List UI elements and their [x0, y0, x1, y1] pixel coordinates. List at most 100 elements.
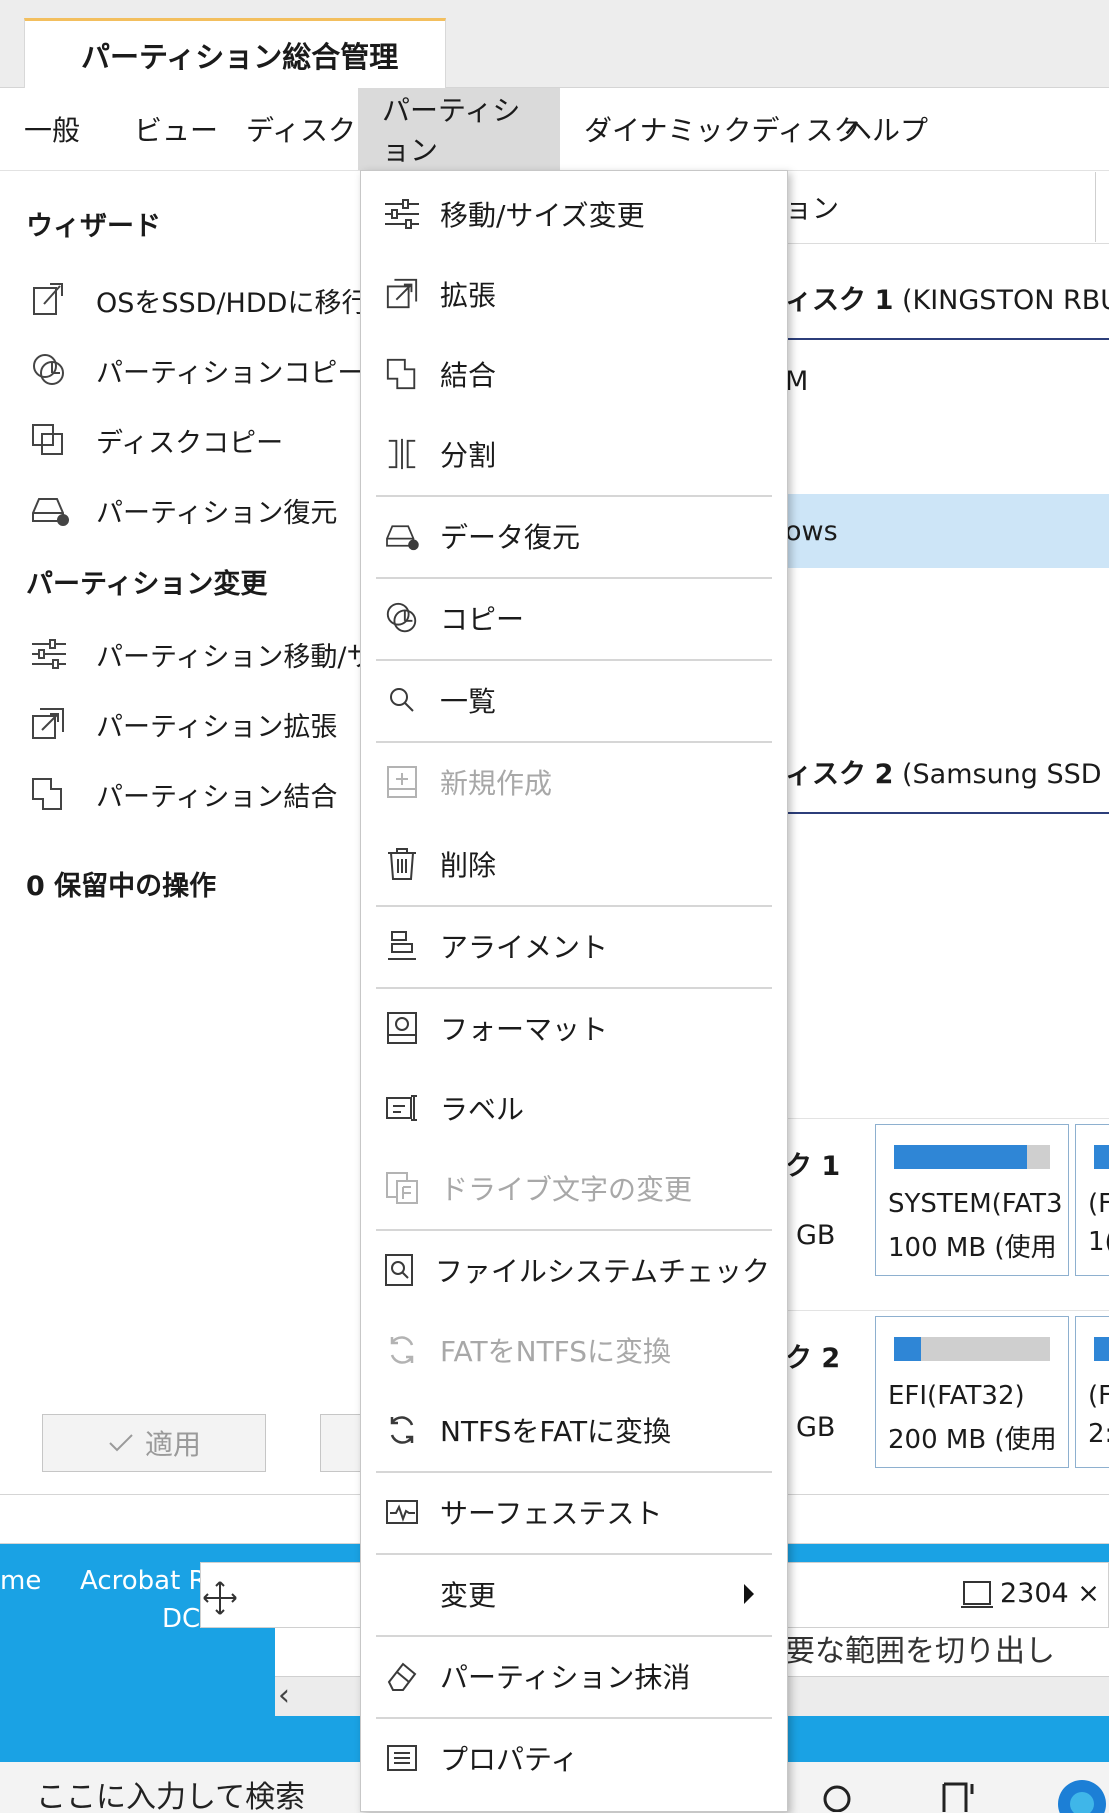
map-disk2-label: ク 2 [785, 1343, 841, 1374]
menu-disk[interactable]: ディスク [222, 88, 380, 170]
menu-item-label-rename[interactable]: ラベル [380, 1078, 770, 1138]
label-icon [380, 1088, 424, 1128]
split-icon [380, 434, 424, 474]
menu-item-copy[interactable]: コピー [380, 588, 770, 648]
wizard-title: ウィザード [26, 211, 161, 242]
disk2-model: (Samsung SSD 9 [901, 759, 1109, 790]
partition-size: 1( [1088, 1227, 1109, 1257]
desktop-icon-label[interactable]: me [0, 1566, 41, 1596]
wizard-item-label: パーティション復元 [96, 497, 338, 529]
merge-icon [380, 354, 424, 394]
menu-item-label: サーフェステスト [440, 1497, 663, 1530]
menu-item-change-submenu[interactable]: 変更 [380, 1564, 770, 1624]
menu-partition[interactable]: パーティション [358, 88, 560, 170]
map-disk2-partition-efi[interactable]: EFI(FAT32) 200 MB (使用 [875, 1316, 1069, 1468]
tab-partition-manager[interactable]: パーティション総合管理 [24, 18, 446, 89]
taskbar-search[interactable]: ここに入力して検索 [36, 1772, 305, 1813]
apply-button[interactable]: 適用 [42, 1414, 266, 1472]
menu-item-label: 変更 [440, 1579, 497, 1612]
menu-help-label: ヘルプ [844, 114, 929, 147]
menu-item-wipe-partition[interactable]: パーティション抹消 [380, 1646, 770, 1706]
menu-help[interactable]: ヘルプ [820, 88, 952, 170]
menu-item-fs-check[interactable]: ファイルシステムチェック [380, 1240, 770, 1300]
column-header[interactable]: ョン [785, 170, 1109, 244]
menu-separator [376, 1229, 772, 1231]
menu-separator [376, 1635, 772, 1637]
disk1-rule [785, 338, 1109, 340]
change-item-label: パーティション結合 [96, 781, 338, 813]
menu-item-delete[interactable]: 削除 [380, 834, 770, 894]
menu-item-create: 新規作成 [380, 752, 770, 812]
surface-test-icon [380, 1492, 424, 1532]
apply-button-label: 適用 [144, 1428, 201, 1461]
wizard-item-disk-copy[interactable]: ディスクコピー [30, 416, 283, 464]
wizard-item-partition-recovery[interactable]: パーティション復元 [30, 486, 337, 534]
sliders-icon [30, 634, 76, 674]
menu-item-label: ラベル [440, 1093, 525, 1126]
scroll-left-arrow-icon[interactable]: ‹ [278, 1678, 290, 1713]
wizard-item-migrate-os[interactable]: OSをSSD/HDDに移行 [30, 276, 368, 324]
menu-item-split[interactable]: 分割 [380, 424, 770, 484]
extend-icon [380, 274, 424, 314]
task-view-icon[interactable] [940, 1778, 980, 1812]
wizard-item-label: ディスクコピー [96, 427, 284, 459]
change-item-extend[interactable]: パーティション拡張 [30, 700, 337, 748]
menu-item-data-recovery[interactable]: データ復元 [380, 506, 770, 566]
menu-item-surface-test[interactable]: サーフェステスト [380, 1482, 770, 1542]
menu-general[interactable]: 一般 [0, 88, 104, 170]
disk1-title[interactable]: ィスク 1 (KINGSTON RBU [785, 278, 1109, 317]
capture-size: 2304 × [960, 1578, 1100, 1609]
map-disk1-label: ク 1 [785, 1151, 841, 1182]
change-item-label: パーティション移動/サイ [96, 641, 401, 673]
partition-size: 100 MB (使用 [888, 1233, 1057, 1263]
change-item-move-resize[interactable]: パーティション移動/サイ [30, 630, 400, 678]
disk2-number: 2 [874, 759, 894, 790]
menu-separator [376, 905, 772, 907]
partition-size: 200 MB (使用 [888, 1425, 1057, 1455]
disk2-title[interactable]: ィスク 2 (Samsung SSD 9 [785, 752, 1109, 791]
menu-item-merge[interactable]: 結合 [380, 344, 770, 404]
crop-icon [960, 1579, 994, 1609]
usage-bar-fill [894, 1337, 921, 1361]
search-icon[interactable] [820, 1782, 854, 1812]
check-icon [107, 1432, 135, 1454]
menu-item-extend[interactable]: 拡張 [380, 264, 770, 324]
menu-item-label: フォーマット [440, 1013, 609, 1046]
disk-copy-icon [30, 420, 76, 460]
convert-icon [380, 1330, 424, 1370]
merge-icon [30, 774, 76, 814]
menu-separator [376, 1717, 772, 1719]
submenu-arrow-icon [742, 1582, 756, 1606]
extend-icon [30, 704, 76, 744]
menu-item-move-resize[interactable]: 移動/サイズ変更 [380, 184, 770, 244]
map-disk2-partition-2[interactable]: (F 2: [1075, 1316, 1109, 1468]
wizard-item-partition-copy[interactable]: パーティションコピー [30, 346, 364, 394]
menu-item-label: ドライブ文字の変更 [440, 1173, 693, 1206]
move-icon[interactable] [200, 1578, 240, 1618]
divider [785, 1310, 1109, 1311]
drive-letter-icon [380, 1168, 424, 1208]
sliders-icon [380, 194, 424, 234]
usage-bar-fill [1094, 1337, 1109, 1361]
menu-item-list[interactable]: 一覧 [380, 670, 770, 730]
menu-item-label: ファイルシステムチェック [434, 1255, 770, 1288]
disk1-row[interactable]: M [785, 366, 808, 397]
map-disk1-partition-2[interactable]: (F 1( [1075, 1124, 1109, 1276]
copy-icon [380, 598, 424, 638]
selected-row-label: ows [785, 516, 838, 547]
menu-item-ntfs-to-fat[interactable]: NTFSをFATに変換 [380, 1400, 770, 1460]
menu-view-label: ビュー [134, 114, 219, 147]
menu-item-properties[interactable]: プロパティ [380, 1728, 770, 1788]
edge-icon[interactable] [1056, 1778, 1109, 1813]
menu-item-alignment[interactable]: アライメント [380, 916, 770, 976]
properties-icon [380, 1738, 424, 1778]
align-icon [380, 926, 424, 966]
change-item-merge[interactable]: パーティション結合 [30, 770, 337, 818]
menu-item-format[interactable]: フォーマット [380, 998, 770, 1058]
acrobat-shortcut-label[interactable]: Acrobat R [80, 1566, 207, 1596]
menu-item-label: 一覧 [440, 685, 497, 718]
map-disk1-size: GB [796, 1220, 836, 1251]
map-disk1-partition-system[interactable]: SYSTEM(FAT3 100 MB (使用 [875, 1124, 1069, 1276]
menu-separator [376, 577, 772, 579]
pending-operations-title: 0 保留中の操作 [26, 871, 217, 902]
